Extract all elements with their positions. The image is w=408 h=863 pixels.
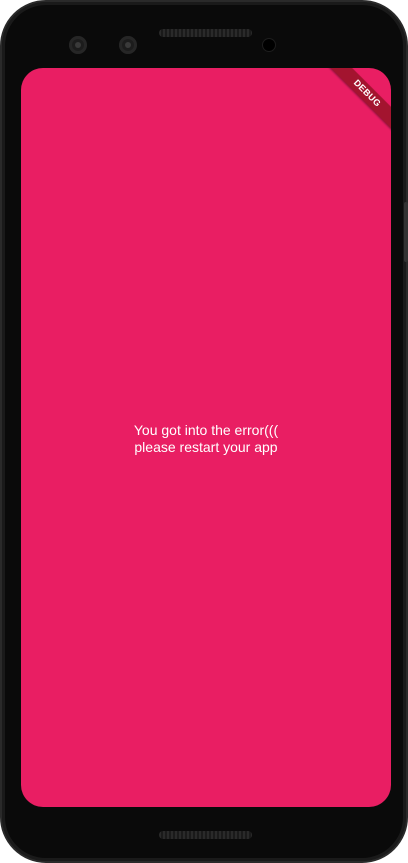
debug-banner: DEBUG xyxy=(326,68,391,135)
proximity-sensor xyxy=(263,39,275,51)
error-message-line-1: You got into the error((( xyxy=(133,422,279,438)
app-screen: You got into the error((( please restart… xyxy=(21,68,391,807)
power-button xyxy=(404,202,408,262)
front-camera-right-icon xyxy=(119,36,137,54)
bottom-speaker xyxy=(159,831,252,839)
error-message: You got into the error((( please restart… xyxy=(21,422,391,456)
phone-frame: You got into the error((( please restart… xyxy=(0,0,408,863)
front-camera-left-icon xyxy=(69,36,87,54)
earpiece-speaker xyxy=(159,29,252,37)
error-message-line-2: please restart your app xyxy=(134,439,278,455)
